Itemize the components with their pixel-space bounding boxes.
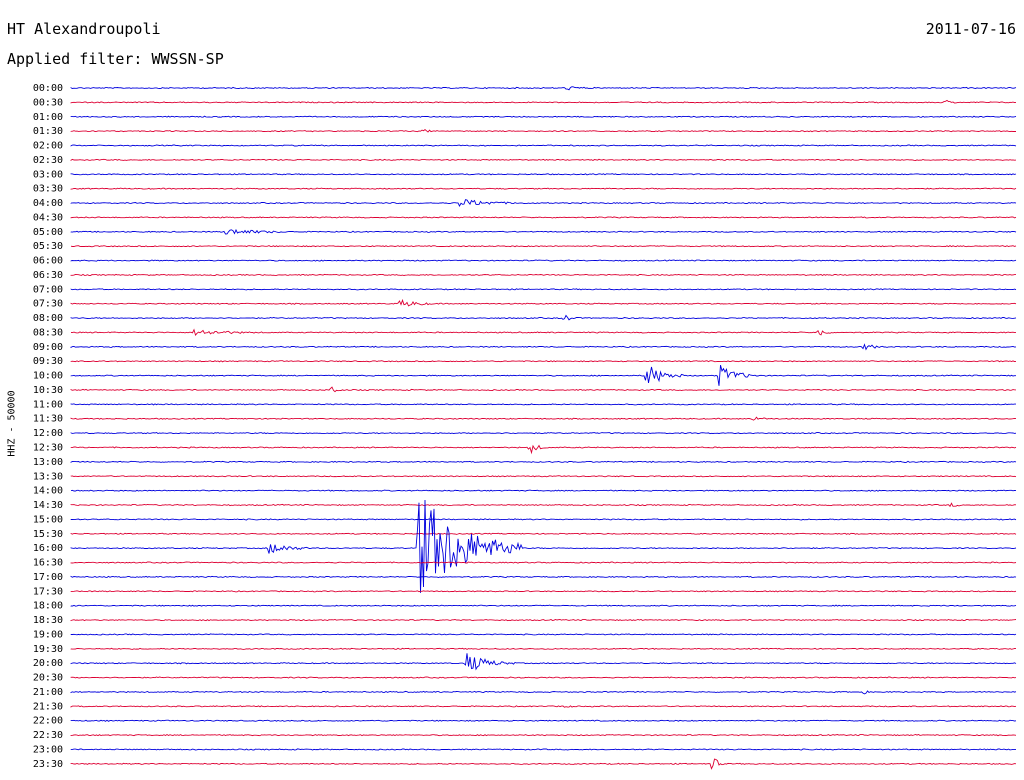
trace-2300 bbox=[70, 748, 1016, 751]
trace-1730 bbox=[70, 590, 1017, 593]
trace-0430 bbox=[70, 216, 1017, 219]
trace-0530 bbox=[70, 245, 1017, 248]
trace-2230 bbox=[70, 733, 1017, 737]
row-label-0000: 00:00 bbox=[33, 83, 63, 94]
row-label-1230: 12:30 bbox=[33, 443, 63, 454]
row-label-0200: 02:00 bbox=[33, 141, 63, 152]
trace-0000 bbox=[70, 86, 1017, 91]
row-label-1400: 14:00 bbox=[33, 486, 63, 497]
row-label-1430: 14:30 bbox=[33, 500, 63, 511]
trace-1900 bbox=[70, 633, 1017, 636]
row-label-0800: 08:00 bbox=[33, 313, 63, 324]
helicorder-plot: 00:00 00:30 01:00 01:30 02:00 02:30 03:00 03:30… bbox=[33, 83, 1017, 770]
trace-1000 bbox=[70, 364, 1016, 386]
row-label-2100: 21:00 bbox=[33, 687, 63, 698]
row-label-0700: 07:00 bbox=[33, 284, 63, 295]
trace-0030 bbox=[70, 99, 1017, 104]
row-label-2230: 22:30 bbox=[33, 730, 63, 741]
row-label-0130: 01:30 bbox=[33, 126, 63, 137]
trace-1100 bbox=[70, 403, 1016, 406]
row-label-0230: 02:30 bbox=[33, 155, 63, 166]
trace-0830 bbox=[70, 328, 1016, 337]
trace-1930 bbox=[70, 647, 1017, 650]
trace-1230 bbox=[70, 444, 1017, 455]
trace-0400 bbox=[70, 199, 1017, 207]
row-label-1500: 15:00 bbox=[33, 514, 63, 525]
row-label-2000: 20:00 bbox=[33, 658, 63, 669]
row-label-0300: 03:00 bbox=[33, 169, 63, 180]
row-label-0430: 04:30 bbox=[33, 212, 63, 223]
trace-0700 bbox=[70, 288, 1017, 291]
row-label-1030: 10:30 bbox=[33, 385, 63, 396]
trace-0730 bbox=[70, 298, 1017, 307]
row-label-0500: 05:00 bbox=[33, 227, 63, 238]
row-label-0930: 09:30 bbox=[33, 356, 63, 367]
trace-1300 bbox=[70, 460, 1017, 463]
trace-0630 bbox=[70, 273, 1016, 277]
trace-1800 bbox=[70, 604, 1017, 607]
trace-0900 bbox=[70, 343, 1017, 351]
row-label-1600: 16:00 bbox=[33, 543, 63, 554]
row-label-1730: 17:30 bbox=[33, 586, 63, 597]
trace-0600 bbox=[70, 259, 1017, 262]
row-label-0830: 08:30 bbox=[33, 327, 63, 338]
row-label-2330: 23:30 bbox=[33, 759, 63, 770]
trace-0100 bbox=[70, 115, 1017, 118]
row-label-1630: 16:30 bbox=[33, 558, 63, 569]
row-label-1300: 13:00 bbox=[33, 457, 63, 468]
trace-0500 bbox=[70, 228, 1017, 235]
trace-1030 bbox=[70, 386, 1017, 393]
trace-2330 bbox=[70, 758, 1017, 770]
trace-1400 bbox=[70, 489, 1017, 492]
row-label-0530: 05:30 bbox=[33, 241, 63, 252]
row-label-0900: 09:00 bbox=[33, 342, 63, 353]
trace-1430 bbox=[70, 502, 1017, 508]
row-label-2300: 23:00 bbox=[33, 744, 63, 755]
row-label-1130: 11:30 bbox=[33, 414, 63, 425]
row-label-0330: 03:30 bbox=[33, 184, 63, 195]
trace-0230 bbox=[70, 158, 1017, 162]
row-label-2130: 21:30 bbox=[33, 701, 63, 712]
row-label-1330: 13:30 bbox=[33, 471, 63, 482]
row-label-0100: 01:00 bbox=[33, 112, 63, 123]
row-label-1100: 11:00 bbox=[33, 399, 63, 410]
row-label-1530: 15:30 bbox=[33, 529, 63, 540]
trace-0130 bbox=[70, 129, 1017, 133]
trace-2100 bbox=[70, 690, 1017, 695]
trace-1630 bbox=[70, 561, 1017, 564]
trace-0330 bbox=[70, 187, 1017, 190]
trace-0800 bbox=[70, 314, 1017, 321]
trace-1830 bbox=[70, 618, 1017, 622]
row-label-1000: 10:00 bbox=[33, 371, 63, 382]
trace-0300 bbox=[70, 173, 1017, 176]
trace-1200 bbox=[70, 432, 1017, 435]
row-label-0600: 06:00 bbox=[33, 256, 63, 267]
row-label-0030: 00:30 bbox=[33, 97, 63, 108]
row-label-1200: 12:00 bbox=[33, 428, 63, 439]
row-label-0400: 04:00 bbox=[33, 198, 63, 209]
trace-1330 bbox=[70, 475, 1017, 478]
trace-1700 bbox=[70, 575, 1017, 578]
row-label-2200: 22:00 bbox=[33, 716, 63, 727]
trace-0200 bbox=[70, 144, 1017, 147]
row-label-0630: 06:30 bbox=[33, 270, 63, 281]
trace-2200 bbox=[70, 719, 1017, 722]
trace-2130 bbox=[70, 705, 1017, 708]
trace-1500 bbox=[70, 518, 1017, 521]
row-label-1700: 17:00 bbox=[33, 572, 63, 583]
trace-2030 bbox=[70, 676, 1017, 679]
row-label-2030: 20:30 bbox=[33, 673, 63, 684]
row-label-1830: 18:30 bbox=[33, 615, 63, 626]
trace-2000 bbox=[70, 653, 1017, 671]
row-label-1900: 19:00 bbox=[33, 629, 63, 640]
trace-1530 bbox=[70, 532, 1017, 535]
row-label-1930: 19:30 bbox=[33, 644, 63, 655]
row-label-0730: 07:30 bbox=[33, 299, 63, 310]
row-label-1800: 18:00 bbox=[33, 601, 63, 612]
trace-1600 bbox=[70, 499, 1017, 593]
trace-0930 bbox=[70, 360, 1017, 363]
trace-1130 bbox=[70, 416, 1017, 421]
